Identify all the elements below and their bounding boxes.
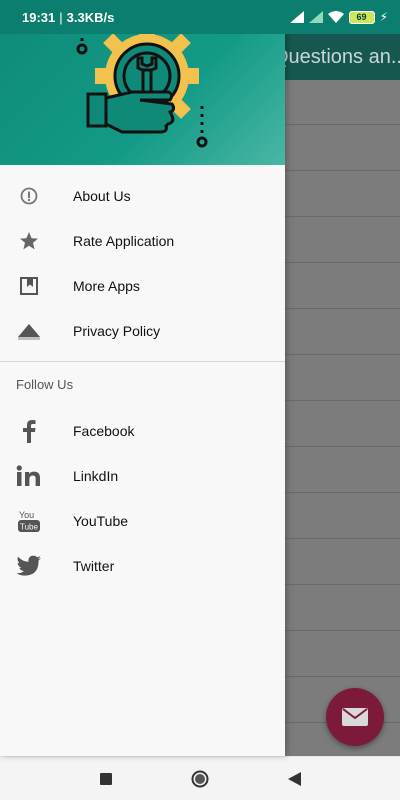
svg-text:You: You	[19, 510, 34, 520]
menu-item-more-apps[interactable]: More Apps	[0, 263, 285, 308]
system-navigation-bar	[0, 756, 400, 800]
charging-icon: ⚡	[379, 10, 388, 24]
triangle-icon	[15, 317, 43, 345]
list-divider	[285, 584, 400, 585]
twitter-icon	[15, 552, 43, 580]
drawer-menu: About Us Rate Application More Apps Priv…	[0, 173, 285, 353]
menu-item-about-us[interactable]: About Us	[0, 173, 285, 218]
menu-item-label: Rate Application	[73, 232, 175, 249]
list-divider	[285, 354, 400, 355]
list-divider	[285, 400, 400, 401]
list-divider	[285, 124, 400, 125]
list-divider	[285, 492, 400, 493]
menu-item-privacy-policy[interactable]: Privacy Policy	[0, 308, 285, 353]
menu-item-label: YouTube	[73, 512, 129, 529]
status-bar: 19:31 | 3.3KB/s 69 ⚡	[0, 0, 400, 34]
menu-item-label: Twitter	[73, 557, 115, 574]
linkedin-icon	[15, 462, 43, 490]
info-icon	[15, 182, 43, 210]
email-fab[interactable]	[326, 688, 384, 746]
menu-divider	[0, 361, 285, 362]
list-divider	[285, 538, 400, 539]
status-time: 19:31	[22, 9, 56, 25]
menu-item-label: About Us	[73, 187, 131, 204]
menu-item-rate-application[interactable]: Rate Application	[0, 218, 285, 263]
section-title-follow-us: Follow Us	[16, 377, 74, 392]
circle-icon	[191, 770, 209, 787]
status-left: 19:31 | 3.3KB/s	[22, 10, 290, 25]
email-icon	[342, 708, 368, 726]
signal-icon	[289, 11, 304, 23]
navigation-drawer: About Us Rate Application More Apps Priv…	[0, 0, 285, 756]
back-button[interactable]	[282, 767, 306, 791]
app-logo-icon	[76, 14, 208, 148]
app-title: Questions an...	[273, 45, 400, 68]
recents-button[interactable]	[94, 767, 118, 791]
menu-item-label: LinkdIn	[73, 467, 119, 484]
menu-item-label: Privacy Policy	[73, 322, 161, 339]
network-speed: 3.3KB/s	[66, 9, 115, 25]
list-divider	[285, 676, 400, 677]
menu-item-youtube[interactable]: You Tube YouTube	[0, 498, 285, 543]
square-icon	[100, 772, 112, 785]
status-separator: |	[59, 9, 63, 25]
menu-item-twitter[interactable]: Twitter	[0, 543, 285, 588]
list-divider	[285, 216, 400, 217]
svg-text:Tube: Tube	[20, 522, 38, 531]
home-button[interactable]	[188, 767, 212, 791]
menu-item-label: More Apps	[73, 277, 140, 294]
signal-icon-2	[308, 11, 323, 23]
list-divider	[285, 446, 400, 447]
menu-item-facebook[interactable]: Facebook	[0, 408, 285, 453]
menu-item-linkedin[interactable]: LinkdIn	[0, 453, 285, 498]
list-divider	[285, 170, 400, 171]
bookmark-icon	[15, 272, 43, 300]
status-right: 69 ⚡	[289, 10, 388, 24]
list-divider	[285, 308, 400, 309]
wifi-icon	[327, 11, 344, 23]
star-icon	[15, 227, 43, 255]
youtube-icon: You Tube	[15, 507, 43, 535]
list-divider	[285, 262, 400, 263]
facebook-icon	[15, 417, 43, 445]
back-triangle-icon	[287, 771, 301, 786]
list-divider	[285, 630, 400, 631]
battery-icon: 69	[348, 10, 375, 24]
social-menu: Facebook LinkdIn You Tube YouTube Twitter	[0, 408, 285, 588]
menu-item-label: Facebook	[73, 422, 135, 439]
battery-level: 69	[356, 12, 367, 22]
